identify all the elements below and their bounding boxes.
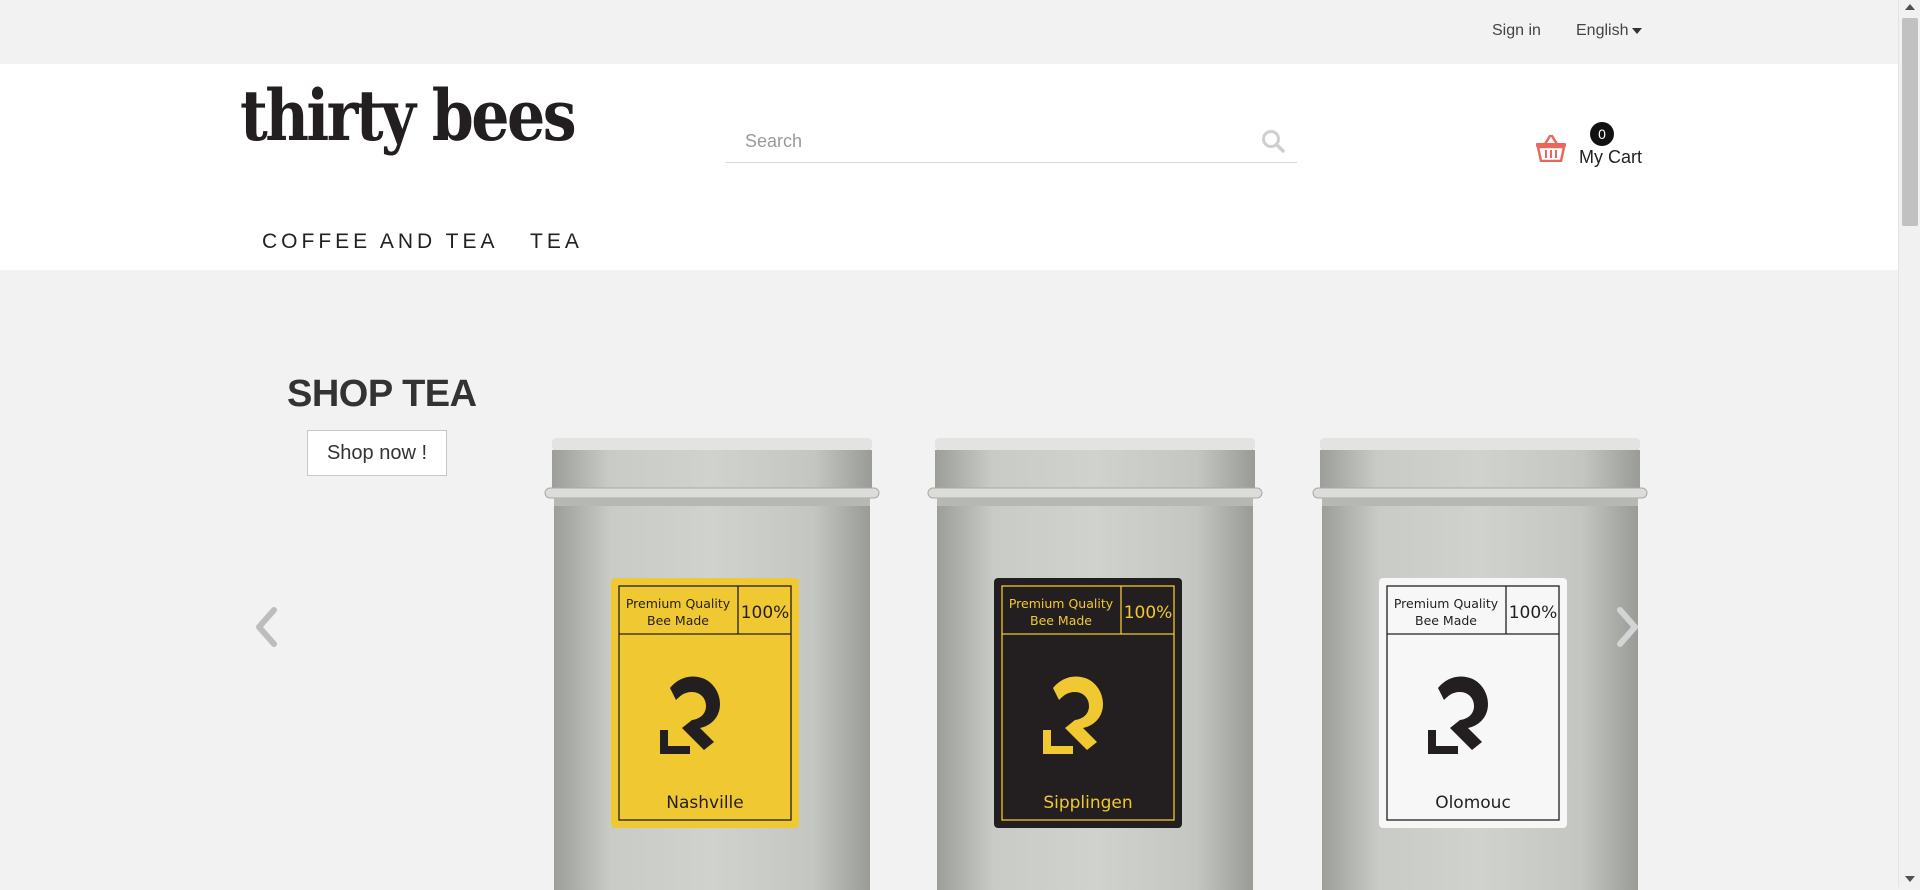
product-label: Premium Quality Bee Made 100% Olomouc (1379, 578, 1567, 828)
cart-count-badge: 0 (1590, 122, 1614, 146)
product-label: Premium Quality Bee Made 100% Nashville (611, 578, 799, 828)
cart-button[interactable]: 0 My Cart (1535, 120, 1645, 170)
slide-title: SHOP TEA (287, 373, 477, 415)
quality-line-2: Bee Made (647, 613, 709, 628)
scrollbar[interactable] (1898, 0, 1920, 887)
cart-label: My Cart (1579, 147, 1642, 167)
slider-prev-arrow-icon[interactable] (252, 602, 282, 652)
site-logo[interactable]: thirty bees (238, 78, 578, 168)
scroll-down-icon[interactable] (1905, 876, 1915, 882)
basket-icon (1536, 134, 1566, 162)
product-name: Olomouc (1435, 793, 1511, 813)
quality-line-2: Bee Made (1415, 613, 1477, 628)
product-tins: Premium Quality Bee Made 100% Nashville Prem… (540, 430, 1650, 890)
scroll-up-icon[interactable] (1905, 4, 1915, 10)
quality-line-1: Premium Quality (626, 596, 731, 611)
logo-text: thirty bees (240, 78, 574, 157)
product-tin[interactable]: Premium Quality Bee Made 100% Olomouc (1308, 430, 1648, 890)
search-icon[interactable] (1260, 128, 1286, 154)
product-name: Nashville (666, 793, 743, 813)
quality-line-1: Premium Quality (1009, 596, 1114, 611)
scrollbar-thumb[interactable] (1902, 18, 1918, 226)
caret-down-icon (1632, 27, 1643, 34)
search-input[interactable] (725, 120, 1267, 162)
percent-label: 100% (741, 603, 790, 623)
quality-line-1: Premium Quality (1394, 596, 1499, 611)
site-header: thirty bees 0 My Cart COFFEE AND TEA TEA (0, 64, 1898, 270)
sign-in-link[interactable]: Sign in (1492, 22, 1541, 40)
product-label: Premium Quality Bee Made 100% Sipplingen (994, 578, 1182, 828)
quality-line-2: Bee Made (1030, 613, 1092, 628)
top-bar: Sign in English (0, 0, 1898, 64)
product-tin[interactable]: Premium Quality Bee Made 100% Sipplingen (923, 430, 1263, 890)
shop-now-button[interactable]: Shop now ! (307, 430, 447, 476)
percent-label: 100% (1124, 603, 1173, 623)
search-bar (725, 120, 1297, 163)
product-tin[interactable]: Premium Quality Bee Made 100% Nashville (540, 430, 880, 890)
nav-item-coffee-and-tea[interactable]: COFFEE AND TEA (262, 230, 498, 254)
language-selector[interactable]: English (1576, 22, 1643, 40)
nav-item-tea[interactable]: TEA (530, 230, 583, 254)
slider-next-arrow-icon[interactable] (1612, 602, 1642, 652)
language-label: English (1576, 22, 1629, 39)
percent-label: 100% (1509, 603, 1558, 623)
product-name: Sipplingen (1043, 793, 1132, 813)
